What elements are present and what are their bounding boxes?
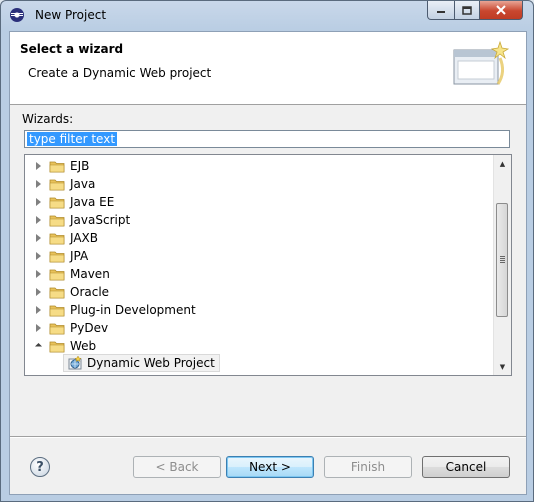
eclipse-icon bbox=[10, 8, 24, 22]
wizards-label: Wizards: bbox=[22, 112, 74, 126]
window-controls bbox=[427, 1, 523, 20]
tree-item-folder[interactable]: Java EE bbox=[25, 193, 114, 211]
tree-item-folder[interactable]: Web bbox=[25, 337, 96, 355]
title-bar[interactable]: New Project bbox=[1, 1, 533, 29]
folder-icon bbox=[49, 305, 65, 316]
finish-button[interactable]: Finish bbox=[324, 456, 412, 478]
expand-arrow-icon[interactable] bbox=[33, 215, 43, 225]
wizard-tree[interactable]: EJB Java Java EE JavaScript JAXB JPA Maven Orac… bbox=[24, 154, 512, 376]
page-description: Create a Dynamic Web project bbox=[28, 66, 212, 80]
footer-separator bbox=[10, 436, 526, 438]
tree-item-label: EJB bbox=[70, 159, 90, 173]
maximize-button[interactable] bbox=[455, 1, 480, 20]
tree-item-folder[interactable]: Java bbox=[25, 175, 95, 193]
folder-icon bbox=[49, 179, 65, 190]
close-icon bbox=[496, 5, 506, 15]
window-title: New Project bbox=[35, 8, 107, 22]
dialog-client: Select a wizard Create a Dynamic Web pro… bbox=[9, 31, 527, 495]
tree-item-label: JAXB bbox=[70, 231, 98, 245]
tree-item-label: Oracle bbox=[70, 285, 110, 299]
scroll-thumb[interactable] bbox=[496, 203, 508, 317]
expand-arrow-icon[interactable] bbox=[33, 305, 43, 315]
minimize-button[interactable] bbox=[427, 1, 455, 20]
tree-item-folder[interactable]: PyDev bbox=[25, 319, 108, 337]
tree-item-folder[interactable]: EJB bbox=[25, 157, 89, 175]
web-project-icon bbox=[68, 355, 82, 370]
grip-icon bbox=[500, 256, 505, 263]
expand-arrow-icon[interactable] bbox=[33, 179, 43, 189]
tree-item-label: JavaScript bbox=[70, 213, 131, 227]
folder-icon bbox=[49, 197, 65, 208]
scroll-down-arrow[interactable]: ▼ bbox=[494, 358, 511, 375]
new-project-window: New Project Select a wizard Create a Dyn… bbox=[0, 0, 534, 502]
tree-item-label: Java bbox=[70, 177, 96, 191]
folder-icon bbox=[49, 215, 65, 226]
expand-arrow-icon[interactable] bbox=[33, 251, 43, 261]
expand-arrow-icon[interactable] bbox=[33, 197, 43, 207]
tree-item-folder[interactable]: Plug-in Development bbox=[25, 301, 196, 319]
close-button[interactable] bbox=[480, 1, 523, 20]
tree-item-folder[interactable]: JPA bbox=[25, 247, 88, 265]
folder-icon bbox=[49, 269, 65, 280]
back-button[interactable]: < Back bbox=[133, 456, 221, 478]
tree-item-label: Plug-in Development bbox=[70, 303, 196, 317]
tree-item-folder[interactable]: Maven bbox=[25, 265, 110, 283]
tree-item-folder[interactable]: JavaScript bbox=[25, 211, 130, 229]
wizard-banner-icon bbox=[453, 40, 510, 85]
maximize-icon bbox=[462, 5, 472, 15]
wizard-header: Select a wizard Create a Dynamic Web pro… bbox=[10, 32, 526, 105]
page-title: Select a wizard bbox=[20, 42, 124, 56]
tree-item-dynamic-web-project[interactable]: Dynamic Web Project bbox=[63, 354, 220, 372]
filter-text: type filter text bbox=[27, 132, 118, 146]
expand-arrow-icon[interactable] bbox=[33, 323, 43, 333]
collapse-arrow-icon[interactable] bbox=[33, 341, 43, 351]
folder-icon bbox=[49, 251, 65, 262]
folder-icon bbox=[49, 161, 65, 172]
tree-item-folder[interactable]: Oracle bbox=[25, 283, 109, 301]
tree-item-label: Java EE bbox=[70, 195, 115, 209]
scroll-up-arrow[interactable]: ▲ bbox=[494, 155, 511, 172]
help-icon: ? bbox=[36, 459, 44, 475]
tree-item-label: JPA bbox=[70, 249, 89, 263]
expand-arrow-icon[interactable] bbox=[33, 233, 43, 243]
filter-input[interactable]: type filter text bbox=[24, 130, 510, 148]
folder-icon bbox=[49, 323, 65, 334]
tree-item-label: Maven bbox=[70, 267, 110, 281]
expand-arrow-icon[interactable] bbox=[33, 161, 43, 171]
minimize-icon bbox=[437, 11, 445, 13]
folder-icon bbox=[49, 341, 65, 352]
cancel-button[interactable]: Cancel bbox=[422, 456, 510, 478]
expand-arrow-icon[interactable] bbox=[33, 269, 43, 279]
tree-item-label: PyDev bbox=[70, 321, 109, 335]
folder-icon bbox=[49, 287, 65, 298]
folder-icon bbox=[49, 233, 65, 244]
help-button[interactable]: ? bbox=[30, 457, 50, 477]
tree-item-folder[interactable]: JAXB bbox=[25, 229, 98, 247]
expand-arrow-icon[interactable] bbox=[33, 287, 43, 297]
tree-vertical-scrollbar[interactable]: ▲ ▼ bbox=[493, 155, 511, 375]
next-button[interactable]: Next > bbox=[226, 456, 314, 478]
tree-item-label: Web bbox=[70, 339, 97, 353]
tree-item-label: Dynamic Web Project bbox=[87, 356, 215, 370]
